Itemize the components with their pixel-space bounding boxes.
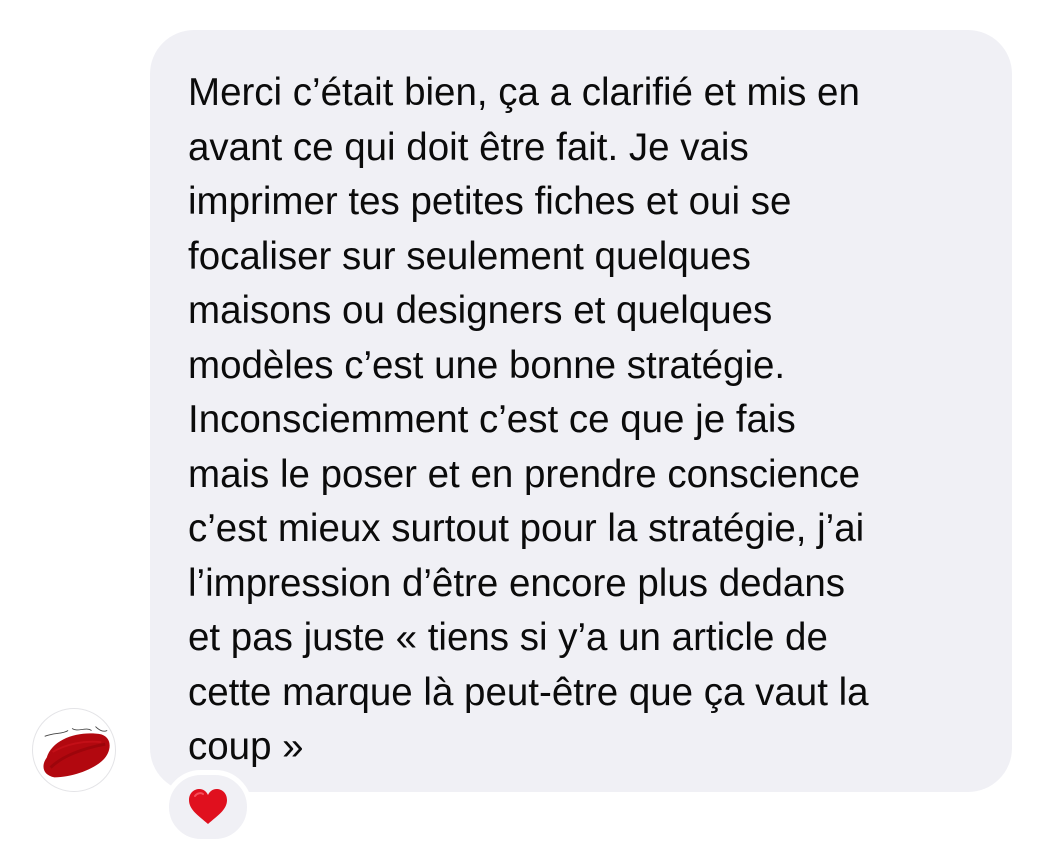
message-line: maisons ou designers et quelques [188, 289, 773, 332]
message-line: focaliser sur seulement quelques [188, 234, 751, 278]
message-line: coup » [188, 725, 304, 768]
red-heart-icon [189, 789, 227, 824]
sender-avatar[interactable] [32, 708, 116, 792]
message-line: mais le poser et en prendre conscience [188, 452, 860, 496]
message-line: c’est mieux surtout pour la stratégie, j… [188, 507, 865, 550]
message-text: Merci c’était bien, ça a clarifié et mis… [188, 66, 982, 775]
message-line: modèles c’est une bonne stratégie. [188, 343, 786, 387]
message-bubble[interactable]: Merci c’était bien, ça a clarifié et mis… [150, 30, 1012, 792]
reaction-badge[interactable] [164, 770, 252, 844]
message-thread: Merci c’était bien, ça a clarifié et mis… [0, 0, 1044, 863]
avatar-brush-stroke-icon [43, 726, 110, 778]
message-line: imprimer tes petites fiches et oui se [188, 180, 792, 223]
message-line: et pas juste « tiens si y’a un article d… [188, 616, 828, 659]
message-line: Inconsciemment c’est ce que je fais [188, 398, 796, 441]
message-line: Merci c’était bien, ça a clarifié et mis… [188, 71, 860, 114]
message-line: cette marque là peut-être que ça vaut la [188, 670, 869, 714]
message-line: l’impression d’être encore plus dedans [188, 561, 846, 605]
message-line: avant ce qui doit être fait. Je vais [188, 125, 749, 169]
